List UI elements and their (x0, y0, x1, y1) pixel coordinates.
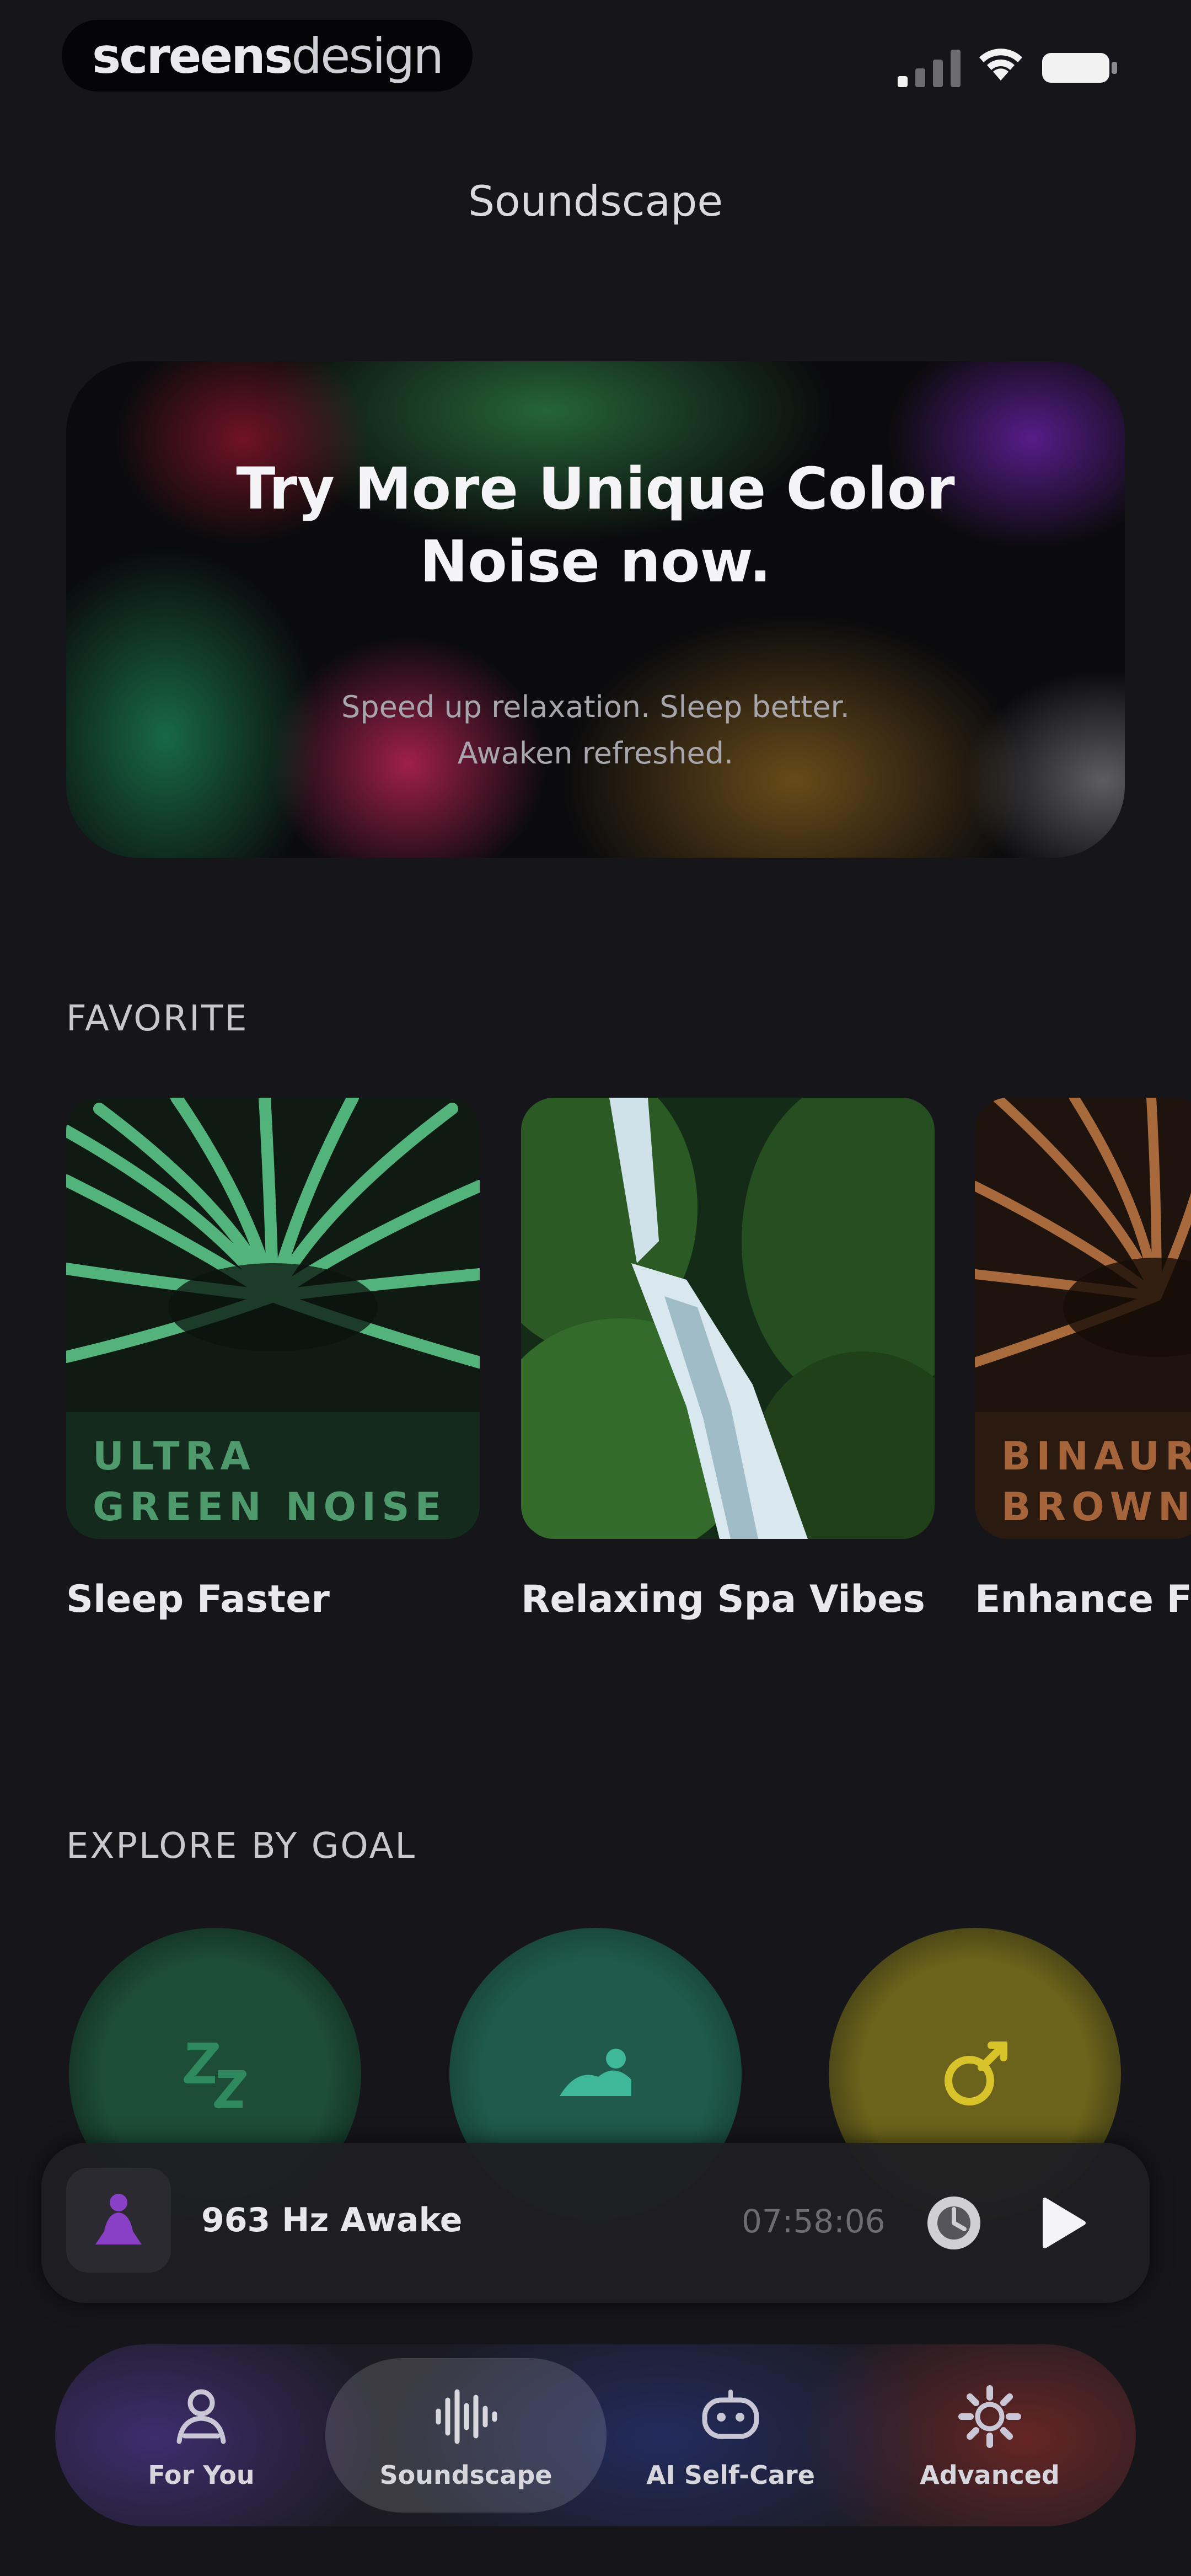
favorite-title: Sleep Faster (66, 1578, 330, 1621)
page-title: Soundscape (468, 177, 723, 226)
bottom-tab-bar: For You Soundscape AI Self-Care Advanced (55, 2344, 1136, 2526)
cellular-signal-icon (898, 50, 961, 87)
favorite-title: Relaxing Spa Vibes (521, 1578, 925, 1621)
card-art-caption: BINAURA BROWN N (975, 1412, 1191, 1539)
brand-watermark: screens design (62, 20, 473, 92)
promo-subtitle: Speed up relaxation. Sleep better. Awake… (341, 690, 850, 771)
tab-label: Advanced (920, 2460, 1060, 2490)
meditation-figure-icon (95, 2194, 142, 2244)
wifi-icon (979, 49, 1022, 81)
favorite-section-label: FAVORITE (66, 998, 249, 1039)
timer-icon[interactable] (918, 2187, 990, 2259)
favorite-card-enhance-focus[interactable]: BINAURA BROWN N (975, 1098, 1191, 1539)
promo-banner[interactable]: Try More Unique Color Noise now. Speed u… (66, 361, 1125, 858)
card-art-caption: ULTRA GREEN NOISE (66, 1412, 480, 1539)
tab-ai-self-care[interactable]: AI Self-Care (598, 2358, 863, 2513)
tab-soundscape[interactable]: Soundscape (334, 2358, 598, 2513)
tab-label: For You (148, 2460, 255, 2490)
play-icon[interactable] (1028, 2190, 1095, 2256)
track-artwork (66, 2168, 171, 2273)
robot-icon (702, 2390, 759, 2439)
meditation-icon (176, 2389, 226, 2444)
relax-icon (560, 2049, 631, 2096)
battery-icon (1042, 53, 1117, 83)
tab-label: AI Self-Care (646, 2460, 815, 2490)
tab-advanced[interactable]: Advanced (857, 2358, 1122, 2513)
explore-section-label: EXPLORE BY GOAL (66, 1826, 416, 1867)
focus-icon (945, 2041, 1007, 2105)
tab-label: Soundscape (379, 2460, 552, 2490)
favorite-title: Enhance Fo (975, 1578, 1191, 1621)
sleep-zz-icon (184, 2043, 246, 2108)
brand-light-text: design (291, 27, 444, 84)
promo-title: Try More Unique Color Noise now. (236, 455, 955, 595)
tab-for-you[interactable]: For You (69, 2358, 334, 2513)
favorite-card-relaxing-spa-vibes[interactable] (521, 1098, 935, 1539)
favorite-card-sleep-faster[interactable]: ULTRA GREEN NOISE (66, 1098, 480, 1539)
brand-bold-text: screens (92, 27, 293, 84)
gear-icon (958, 2385, 1021, 2448)
now-playing-bar[interactable]: 963 Hz Awake 07:58:06 (41, 2143, 1150, 2303)
waterfall-photo (521, 1098, 935, 1539)
track-title: 963 Hz Awake (201, 2201, 463, 2240)
track-time: 07:58:06 (742, 2203, 886, 2240)
waveform-icon (436, 2389, 497, 2444)
